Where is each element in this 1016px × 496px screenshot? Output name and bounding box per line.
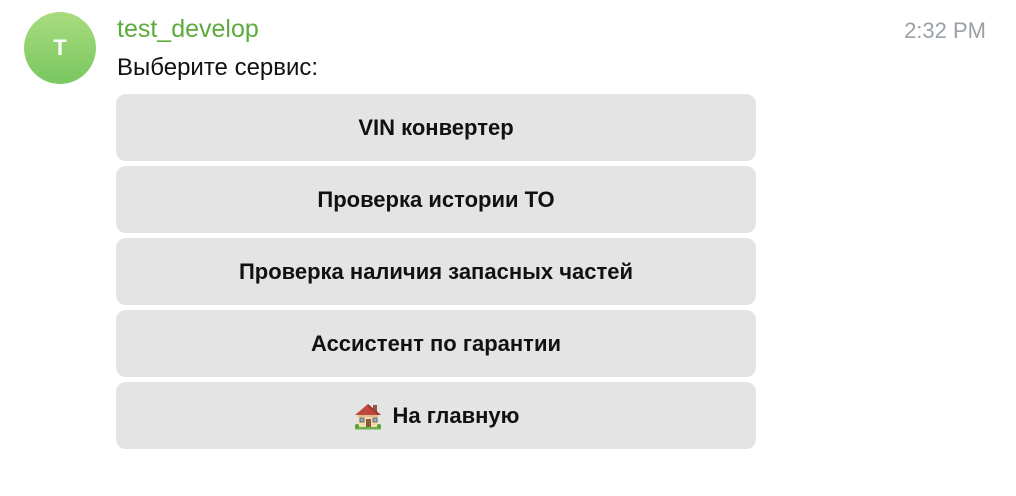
button-label: Ассистент по гарантии — [310, 330, 562, 356]
house-icon — [353, 401, 383, 431]
vin-converter-button[interactable]: VIN конвертер — [116, 94, 756, 161]
service-history-button[interactable]: Проверка истории ТО — [116, 166, 756, 233]
warranty-assistant-button[interactable]: Ассистент по гарантии — [116, 310, 756, 377]
message-text: Выберите сервис: — [117, 54, 319, 81]
avatar[interactable]: T — [24, 12, 96, 84]
inline-keyboard: VIN конвертер Проверка истории ТО Провер… — [116, 94, 756, 449]
button-label: Проверка истории ТО — [317, 186, 555, 212]
button-label: На главную — [392, 402, 520, 428]
spare-parts-check-button[interactable]: Проверка наличия запасных частей — [116, 238, 756, 305]
chat-message: T test_develop 2:32 PM Выберите сервис: … — [0, 0, 1016, 496]
home-button[interactable]: На главную — [116, 382, 756, 449]
sender-name[interactable]: test_develop — [117, 14, 259, 44]
message-time: 2:32 PM — [904, 18, 986, 43]
button-label: Проверка наличия запасных частей — [238, 258, 634, 284]
button-label: VIN конвертер — [358, 114, 514, 140]
avatar-letter: T — [53, 35, 67, 60]
